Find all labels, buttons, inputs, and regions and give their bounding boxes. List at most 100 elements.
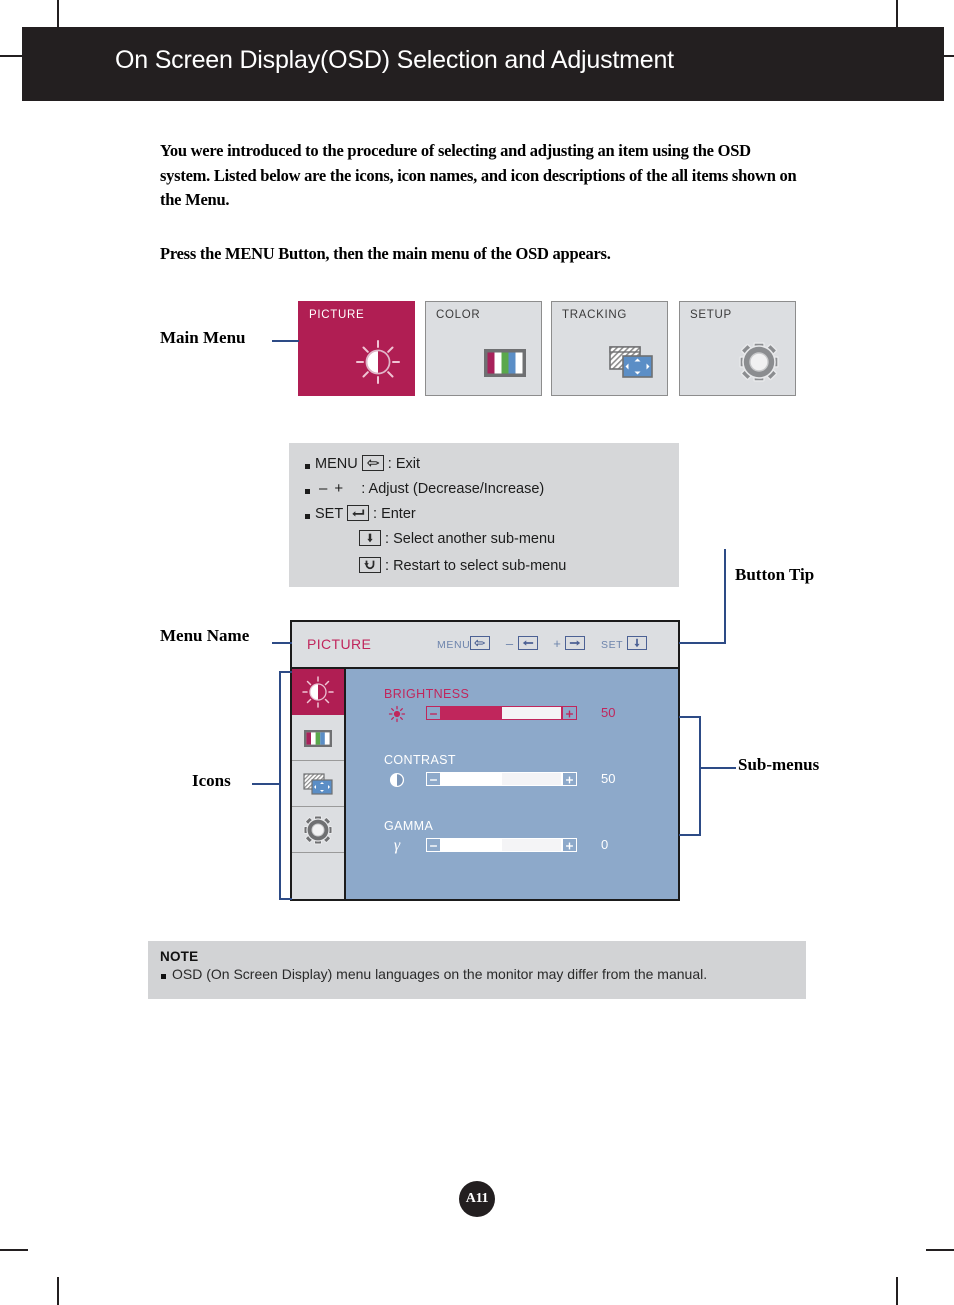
page-title: On Screen Display(OSD) Selection and Adj… — [115, 46, 674, 74]
color-bars-icon — [304, 729, 332, 747]
leader-line-menu-name — [272, 642, 292, 644]
osd-hint-minus-label: – — [505, 636, 514, 651]
menu-exit-icon — [361, 455, 384, 471]
main-menu-tab-picture[interactable]: PICTURE — [298, 301, 415, 396]
note-text: OSD (On Screen Display) menu languages o… — [172, 966, 708, 982]
osd-header: PICTURE MENU – + SET — [292, 622, 678, 669]
brightness-slider-track[interactable] — [441, 706, 562, 720]
half-circle-icon — [389, 772, 405, 788]
main-menu-tab-color[interactable]: COLOR — [425, 301, 542, 396]
tip-line-select-another: : Select another sub-menu — [359, 530, 555, 547]
leader-line-icons-horizontal — [252, 783, 280, 785]
brightness-slider-fill — [442, 707, 502, 719]
decrease-button[interactable] — [426, 838, 441, 852]
arrow-left-icon — [517, 636, 538, 650]
crop-mark-bottom-right-horizontal — [926, 1249, 954, 1251]
annotation-button-tip: Button Tip — [735, 565, 815, 584]
button-tip-box: MENU : Exit –+ : Adjust (Decrease/Increa… — [289, 443, 679, 587]
leader-line-sub-menus-horizontal — [700, 767, 736, 769]
sun-icon — [388, 705, 406, 723]
tip-suffix: : Adjust (Decrease/Increase) — [361, 481, 545, 497]
osd-hint-menu-label: MENU — [437, 639, 471, 651]
tip-prefix: SET — [315, 506, 343, 522]
restart-loop-icon — [359, 557, 381, 573]
annotation-menu-name: Menu Name — [160, 626, 250, 645]
osd-sidebar-icon-blank[interactable] — [292, 853, 344, 901]
note-title: NOTE — [160, 949, 199, 964]
increase-button[interactable] — [562, 706, 577, 720]
leader-line-button-tip-horizontal — [679, 642, 726, 644]
crop-mark-top-left-vertical — [57, 0, 59, 28]
page-badge: A11 — [459, 1181, 495, 1217]
osd-sidebar-icon-color[interactable] — [292, 715, 344, 761]
increase-button[interactable] — [562, 838, 577, 852]
brightness-value: 50 — [601, 705, 616, 720]
tip-line-restart: : Restart to select sub-menu — [359, 557, 566, 574]
main-menu-tab-label: COLOR — [436, 309, 481, 321]
osd-sidebar-icon-tracking[interactable] — [292, 761, 344, 807]
osd-hint-plus-label: + — [553, 636, 562, 651]
arrow-right-icon — [565, 636, 586, 650]
brightness-sun-icon — [356, 340, 400, 384]
tip-bullet — [305, 489, 310, 494]
submenu-label: CONTRAST — [384, 753, 456, 767]
osd-sidebar — [292, 669, 346, 899]
page-header-bar: On Screen Display(OSD) Selection and Adj… — [22, 27, 944, 101]
osd-sidebar-icon-setup[interactable] — [292, 807, 344, 853]
gear-icon — [303, 815, 333, 844]
decrease-button[interactable] — [426, 772, 441, 786]
tip-line-set: SET : Enter — [315, 505, 416, 522]
arrow-down-icon — [359, 530, 381, 546]
annotation-icons: Icons — [192, 771, 231, 790]
submenu-label: BRIGHTNESS — [384, 687, 470, 701]
gamma-icon: γ — [393, 837, 401, 854]
arrow-down-icon — [627, 636, 648, 650]
note-bullet — [161, 974, 166, 979]
main-menu-tab-label: PICTURE — [309, 309, 365, 321]
gamma-slider-fill — [442, 839, 502, 851]
gear-icon — [739, 342, 779, 382]
intro-paragraph-2: Press the MENU Button, then the main men… — [160, 244, 611, 263]
osd-hint-set-label: SET — [600, 639, 624, 651]
leader-line-icons-vertical — [279, 671, 281, 900]
intro-paragraph-1: You were introduced to the procedure of … — [160, 141, 797, 209]
tip-suffix: : Select another sub-menu — [385, 531, 556, 547]
gamma-value: 0 — [601, 837, 609, 852]
osd-sidebar-icon-picture[interactable] — [292, 669, 344, 715]
enter-return-icon — [346, 505, 369, 521]
leader-line-sub-menus-top — [679, 716, 701, 718]
plus-symbol: + — [334, 480, 351, 497]
menu-exit-icon — [470, 636, 491, 650]
main-menu-tab-label: SETUP — [690, 309, 732, 321]
tip-bullet — [305, 464, 310, 469]
tip-line-adjust: –+ : Adjust (Decrease/Increase) — [319, 480, 544, 497]
crop-mark-top-right-vertical — [896, 0, 898, 28]
leader-line-main-menu — [272, 340, 299, 342]
osd-button-hints: MENU – + SET — [437, 636, 648, 651]
osd-panel: PICTURE MENU – + SET BRIGHTNESS 50 CONTR… — [290, 620, 680, 901]
contrast-slider-track[interactable] — [441, 772, 562, 786]
minus-plus-icon: –+ — [319, 480, 361, 497]
leader-line-icons-bottom — [279, 898, 292, 900]
crop-mark-bottom-left-horizontal — [0, 1249, 28, 1251]
decrease-button[interactable] — [426, 706, 441, 720]
tip-suffix: : Restart to select sub-menu — [385, 558, 567, 574]
tip-prefix: MENU — [315, 456, 358, 472]
annotation-main-menu: Main Menu — [160, 328, 246, 347]
brightness-sun-icon — [302, 675, 334, 708]
contrast-slider-fill — [442, 773, 502, 785]
main-menu-tab-tracking[interactable]: TRACKING — [551, 301, 668, 396]
note-box: NOTE OSD (On Screen Display) menu langua… — [148, 941, 806, 999]
tip-suffix: : Enter — [373, 506, 416, 522]
minus-symbol: – — [319, 480, 335, 497]
increase-button[interactable] — [562, 772, 577, 786]
tracking-arrows-icon — [303, 772, 333, 795]
tip-bullet — [305, 514, 310, 519]
tip-line-menu: MENU : Exit — [315, 455, 420, 472]
contrast-value: 50 — [601, 771, 616, 786]
leader-line-icons-top — [279, 671, 292, 673]
leader-line-sub-menus-bottom — [679, 834, 701, 836]
main-menu-tab-setup[interactable]: SETUP — [679, 301, 796, 396]
osd-menu-name: PICTURE — [307, 636, 372, 652]
gamma-slider-track[interactable] — [441, 838, 562, 852]
